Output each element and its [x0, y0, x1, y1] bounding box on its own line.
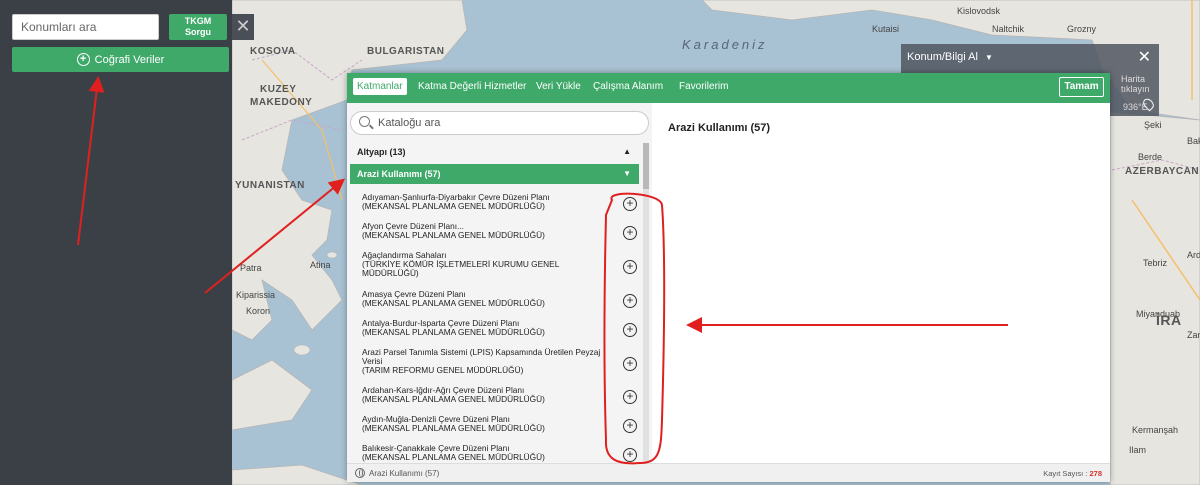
record-count: Kayıt Sayısı : 278 [1043, 469, 1102, 478]
plus-circle-icon: + [76, 53, 90, 66]
list-item[interactable]: Balıkesir-Çanakkale Çevre Düzeni Planı (… [362, 444, 612, 462]
tab-katmanlar[interactable]: Katmanlar [353, 78, 407, 95]
catalog-panel: Kataloğu ara Altyapı (13) ▲ Arazi Kullan… [347, 103, 652, 466]
item-owner: (MEKANSAL PLANLAMA GENEL MÜDÜRLÜĞÜ) [362, 201, 545, 211]
map-label-ira: İRA [1156, 312, 1182, 328]
location-info-label: Konum/Bilgi Al [907, 51, 978, 63]
map-label-seki: Şeki [1144, 120, 1162, 130]
category-altyapi[interactable]: Altyapı (13) ▲ [350, 142, 639, 162]
item-owner-cont: (TARIM REFORMU GENEL MÜDÜRLÜĞÜ) [362, 365, 524, 375]
map-label-bulgaristan: BULGARISTAN [367, 46, 445, 57]
search-icon [359, 116, 370, 127]
item-title: Arazi Parsel Tanımla Sistemi (LPIS) Kaps… [362, 347, 601, 357]
dialog-header: Katmanlar Katma Değerli Hizmetler Veri Y… [347, 73, 1110, 103]
map-label-baku: Bak [1187, 136, 1200, 146]
map-label-karadeniz: Karadeniz [682, 37, 768, 52]
list-item[interactable]: Aydın-Muğla-Denizli Çevre Düzeni Planı (… [362, 415, 612, 433]
map-label-kosova: KOSOVA [250, 46, 296, 57]
map-label-tebriz: Tebriz [1143, 258, 1168, 268]
tab-katma-degerli-hizmetler[interactable]: Katma Değerli Hizmetler [418, 81, 526, 92]
tkgm-query-button[interactable]: TKGM Sorgu [169, 14, 227, 40]
map-label-azerbaycan: AZERBAYCAN [1125, 166, 1200, 177]
map-label-grozny: Grozny [1067, 24, 1097, 34]
layer-detail-panel: Arazi Kullanımı (57) [652, 103, 1110, 466]
catalog-search-placeholder: Kataloğu ara [378, 117, 441, 129]
list-item[interactable]: Adıyaman-Şanlıurfa-Diyarbakır Çevre Düze… [362, 193, 612, 211]
add-layer-icon[interactable]: + [623, 260, 637, 274]
add-layer-icon[interactable]: + [623, 390, 637, 404]
tkgm-label-line2: Sorgu [185, 27, 211, 37]
scrollbar-thumb[interactable] [643, 143, 649, 189]
map-label-naltchik: Naltchik [992, 24, 1025, 34]
list-item[interactable]: Amasya Çevre Düzeni Planı (MEKANSAL PLAN… [362, 290, 612, 308]
category-arazi-label: Arazi Kullanımı (57) [357, 169, 441, 179]
tamam-button[interactable]: Tamam [1059, 77, 1104, 97]
map-label-kiparissia: Kiparissia [236, 290, 276, 300]
geographic-data-button[interactable]: + Coğrafi Veriler [12, 47, 229, 72]
add-layer-icon[interactable]: + [623, 357, 637, 371]
category-altyapi-label: Altyapı (13) [357, 147, 406, 157]
catalog-search-input[interactable]: Kataloğu ara [350, 111, 649, 135]
item-owner: (MEKANSAL PLANLAMA GENEL MÜDÜRLÜĞÜ) [362, 230, 545, 240]
category-arazi-kullanimi[interactable]: Arazi Kullanımı (57) ▼ [350, 164, 639, 184]
record-count-value: 278 [1089, 469, 1102, 478]
map-label-kuzey: KUZEY [260, 84, 297, 95]
map-label-makedonya: MAKEDONY [250, 97, 313, 108]
map-label-yunanistan: YUNANISTAN [235, 180, 305, 191]
tab-calisma-alanim[interactable]: Çalışma Alanım [593, 81, 663, 92]
item-owner: (MEKANSAL PLANLAMA GENEL MÜDÜRLÜĞÜ) [362, 423, 545, 433]
tab-veri-yukle[interactable]: Veri Yükle [536, 81, 581, 92]
map-label-koron: Koron [246, 306, 271, 316]
add-layer-icon[interactable]: + [623, 323, 637, 337]
catalog-scrollbar[interactable] [643, 143, 649, 463]
add-layer-icon[interactable]: + [623, 294, 637, 308]
location-hint-text: Harita tıklayın [1121, 74, 1150, 94]
footer-category-label: Arazi Kullanımı (57) [369, 468, 440, 478]
map-label-berde: Berde [1138, 152, 1163, 162]
globe-icon [355, 468, 365, 478]
map-label-ardebil: Ardebil [1187, 250, 1200, 260]
dialog-footer: Arazi Kullanımı (57) Kayıt Sayısı : 278 [347, 463, 1110, 482]
item-owner: (MEKANSAL PLANLAMA GENEL MÜDÜRLÜĞÜ) [362, 452, 545, 462]
geographic-data-label: Coğrafi Veriler [94, 53, 165, 66]
record-count-label: Kayıt Sayısı : [1043, 469, 1088, 478]
tab-favorilerim[interactable]: Favorilerim [679, 81, 728, 92]
layers-dialog: Katmanlar Katma Değerli Hizmetler Veri Y… [347, 73, 1110, 482]
item-owner-cont: MÜDÜRLÜĞÜ) [362, 268, 419, 278]
item-owner: (MEKANSAL PLANLAMA GENEL MÜDÜRLÜĞÜ) [362, 298, 545, 308]
caret-down-icon: ▼ [623, 169, 631, 178]
add-layer-icon[interactable]: + [623, 226, 637, 240]
list-item[interactable]: Ardahan-Kars-Iğdır-Ağrı Çevre Düzeni Pla… [362, 386, 612, 404]
location-panel-close-icon[interactable]: ✕ [1138, 47, 1151, 67]
add-layer-icon[interactable]: + [623, 448, 637, 462]
list-item[interactable]: Arazi Parsel Tanımla Sistemi (LPIS) Kaps… [362, 348, 612, 375]
map-label-atina: Atina [310, 260, 331, 270]
item-owner: (MEKANSAL PLANLAMA GENEL MÜDÜRLÜĞÜ) [362, 394, 545, 404]
map-label-zanjan: Zanjan [1187, 330, 1200, 340]
map-label-patra: Patra [240, 263, 262, 273]
add-layer-icon[interactable]: + [623, 419, 637, 433]
list-item[interactable]: Antalya-Burdur-Isparta Çevre Düzeni Plan… [362, 319, 612, 337]
list-item[interactable]: Afyon Çevre Düzeni Planı... (MEKANSAL PL… [362, 222, 612, 240]
tkgm-label-line1: TKGM [184, 16, 212, 26]
close-icon[interactable]: ✕ [232, 14, 254, 40]
detail-title: Arazi Kullanımı (57) [668, 122, 771, 134]
map-label-ilam: Ilam [1129, 445, 1147, 455]
chevron-down-icon: ▼ [985, 53, 993, 62]
left-panel: TKGM Sorgu + Coğrafi Veriler [0, 0, 232, 485]
location-search-input[interactable] [12, 14, 159, 40]
map-label-kermansah: Kermanşah [1132, 425, 1179, 435]
footer-breadcrumb: Arazi Kullanımı (57) [355, 468, 439, 478]
caret-up-icon: ▲ [623, 147, 631, 156]
item-owner: (MEKANSAL PLANLAMA GENEL MÜDÜRLÜĞÜ) [362, 327, 545, 337]
add-layer-icon[interactable]: + [623, 197, 637, 211]
list-item[interactable]: Ağaçlandırma Sahaları (TÜRKİYE KÖMÜR İŞL… [362, 251, 612, 278]
location-info-dropdown[interactable]: Konum/Bilgi Al ▼ [907, 51, 993, 63]
map-label-kutaisi: Kutaisi [872, 24, 900, 34]
map-label-kislovodsk: Kislovodsk [957, 6, 1001, 16]
